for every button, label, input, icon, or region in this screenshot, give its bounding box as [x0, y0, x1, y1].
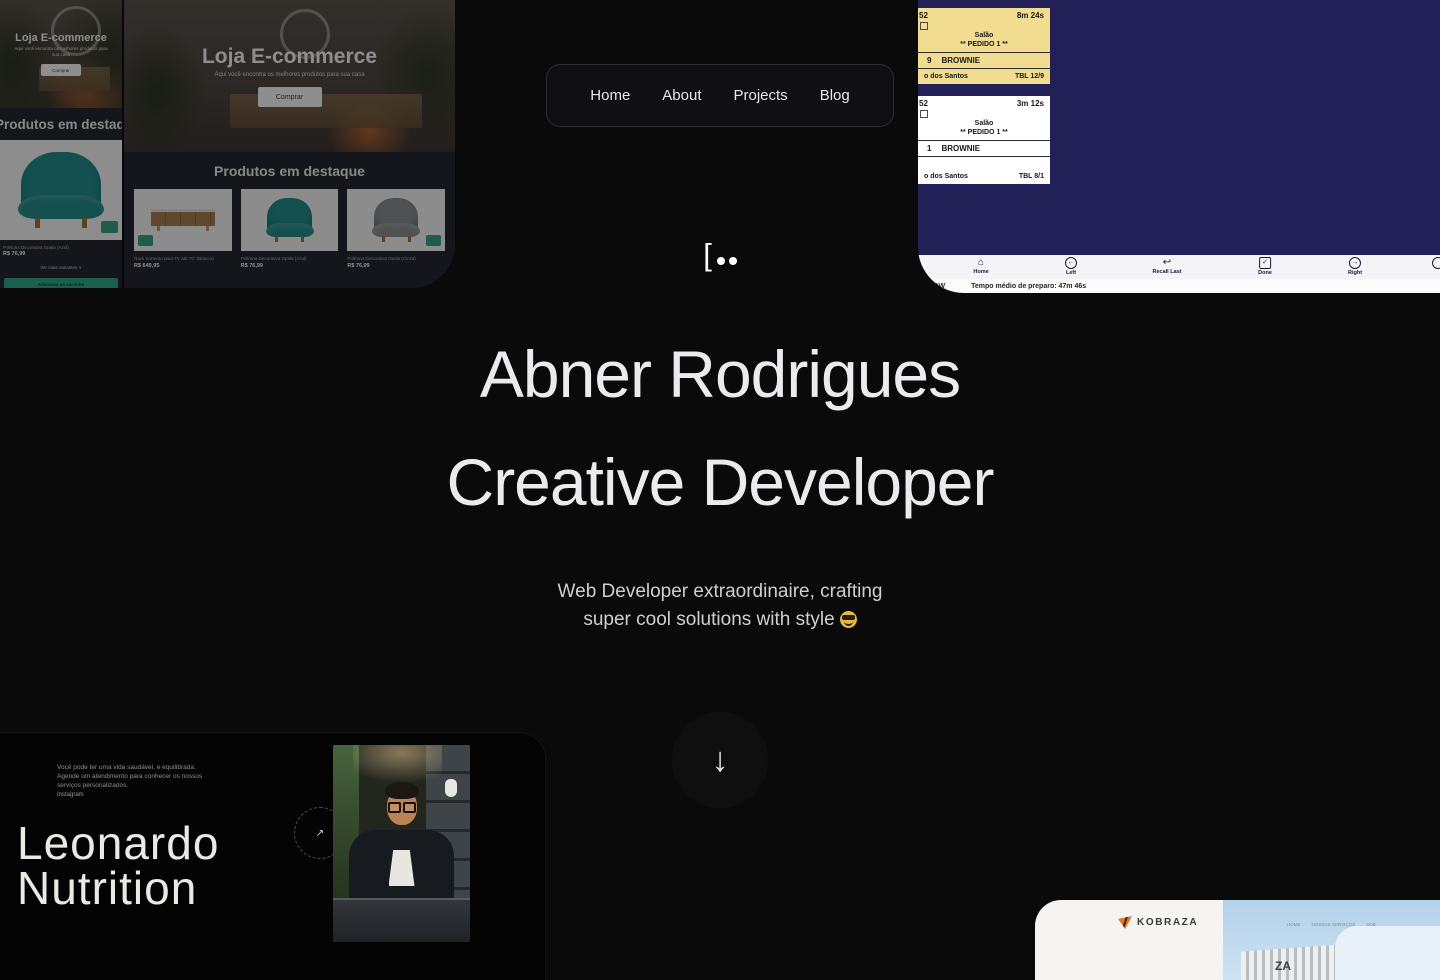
- project-thumbnail-nutrition[interactable]: Você pode ter uma vida saudável, e equil…: [0, 733, 545, 980]
- ticket-area: Salão: [918, 119, 1050, 128]
- kobraza-logo-icon: [1118, 916, 1132, 929]
- hero-title-role: Creative Developer: [0, 444, 1440, 520]
- ticket-timer: 3m 12s: [1017, 99, 1044, 108]
- teal-armchair-image: [266, 198, 314, 242]
- arrow-down-icon: ↓: [712, 743, 729, 777]
- hero-subtitle-line2: super cool solutions with style: [0, 606, 1440, 634]
- main-nav: Home About Projects Blog: [546, 64, 894, 127]
- divider: [918, 140, 1050, 141]
- sunglasses-emoji-icon: [840, 611, 857, 628]
- hero-subtitle-line1: Web Developer extraordinaire, crafting: [0, 578, 1440, 606]
- kobraza-nav-home: HOME: [1287, 922, 1301, 927]
- prep-time-status: Tempo médio de preparo: 47m 46s: [971, 283, 1086, 290]
- kobraza-logo: KOBRAZA: [1118, 916, 1198, 929]
- ecommerce-mobile-hero: Loja E-commerce Aqui você encontra os me…: [0, 0, 122, 108]
- bracket-glyph: [: [703, 239, 712, 270]
- kobraza-brand-name: KOBRAZA: [1137, 917, 1198, 928]
- ticket-timer: 8m 24s: [1017, 11, 1044, 20]
- kobraza-nav-clipped: SOB: [1366, 922, 1376, 927]
- ecommerce-mobile-title: Loja E-commerce: [15, 32, 107, 44]
- item-qty: 9: [927, 56, 931, 65]
- checkbox-icon: [920, 22, 928, 30]
- ticket-area: Salão: [918, 31, 1050, 40]
- scroll-down-indicator[interactable]: ↓: [672, 712, 768, 808]
- laptop: [333, 898, 470, 942]
- ticket-table: TBL 12/9: [1015, 73, 1044, 80]
- ticket-customer: o dos Santos: [924, 73, 968, 80]
- ticket-table: TBL 8/1: [1019, 173, 1044, 180]
- divider: [918, 52, 1050, 53]
- nutrition-intro-text: Você pode ter uma vida saudável, e equil…: [57, 763, 202, 790]
- kobraza-nav-services: NOSSOS SERVIÇOS: [1312, 922, 1356, 927]
- kobraza-nav: HOME NOSSOS SERVIÇOS SOB: [1287, 922, 1376, 927]
- ecommerce-mobile-buy-button: Comprar: [41, 64, 81, 76]
- hero-subtitle: Web Developer extraordinaire, crafting s…: [0, 578, 1440, 634]
- ecommerce-mobile-section-title: Produtos em destaque: [0, 117, 122, 132]
- tv-stand-image: [151, 209, 215, 231]
- project-thumbnail-kobraza[interactable]: ZA KOBRAZA HOME NOSSOS SERVIÇOS SOB: [1035, 900, 1440, 980]
- divider: [918, 68, 1050, 69]
- nav-item-blog[interactable]: Blog: [820, 87, 850, 104]
- nutritionist-portrait-photo: [333, 745, 470, 942]
- nutrition-instagram-link: Instagram: [57, 792, 84, 798]
- status-fragment: DOW: [928, 283, 945, 290]
- nav-item-about[interactable]: About: [662, 87, 701, 104]
- item-name: BROWNIE: [941, 56, 980, 65]
- order-ticket: 52 8m 24s Salão ** PEDIDO 1 ** 9 BROWNIE…: [918, 8, 1050, 84]
- gray-armchair-image: [372, 198, 420, 242]
- logo-dots-icon: [717, 257, 737, 265]
- item-name: BROWNIE: [941, 144, 980, 153]
- ecommerce-desktop-subtitle: Aqui você encontra os melhores produtos …: [214, 72, 364, 78]
- bracket-dots-logo: [: [0, 238, 1440, 276]
- hero-title-name: Abner Rodrigues: [0, 336, 1440, 412]
- ticket-order-label: ** PEDIDO 1 **: [918, 128, 1050, 137]
- man-hair: [385, 782, 419, 799]
- ecommerce-desktop-title: Loja E-commerce: [202, 45, 377, 69]
- divider: [918, 156, 1050, 157]
- checkbox-icon: [920, 110, 928, 118]
- cart-badge-icon: [101, 221, 118, 233]
- white-vase: [445, 779, 457, 797]
- item-qty: 1: [927, 144, 931, 153]
- ecommerce-desktop-buy-button: Comprar: [258, 87, 322, 107]
- ticket-customer: o dos Santos: [924, 173, 968, 180]
- overlapping-screenshot-card: [1335, 926, 1440, 980]
- ticket-order-label: ** PEDIDO 1 **: [918, 40, 1050, 49]
- ecommerce-desktop-hero: Loja E-commerce Aqui você encontra os me…: [124, 0, 455, 152]
- kds-status-bar: DOW Tempo médio de preparo: 47m 46s: [918, 279, 1440, 293]
- teal-armchair-image: [18, 152, 104, 228]
- ticket-number: 52: [919, 11, 928, 20]
- arrow-up-right-icon: ↗: [316, 828, 324, 839]
- nav-item-home[interactable]: Home: [590, 87, 630, 104]
- portfolio-hero-page: Loja E-commerce Aqui você encontra os me…: [0, 0, 1440, 980]
- ecommerce-mobile-subtitle: Aqui você encontra os melhores produtos …: [14, 46, 107, 58]
- nav-item-projects[interactable]: Projects: [734, 87, 788, 104]
- order-ticket: 52 3m 12s Salão ** PEDIDO 1 ** 1 BROWNIE…: [918, 96, 1050, 184]
- ecommerce-mobile-add-to-cart-button: Adicionar ao carrinho: [4, 278, 118, 288]
- building-facade: [1241, 944, 1343, 980]
- ecommerce-mobile-product-card: [0, 140, 122, 240]
- ecommerce-desktop-section-title: Produtos em destaque: [124, 163, 455, 179]
- kobraza-headline-fragment: ZA: [1275, 959, 1291, 973]
- glasses-icon: [388, 802, 416, 813]
- nutrition-title: Leonardo Nutrition: [17, 821, 219, 911]
- ticket-number: 52: [919, 99, 928, 108]
